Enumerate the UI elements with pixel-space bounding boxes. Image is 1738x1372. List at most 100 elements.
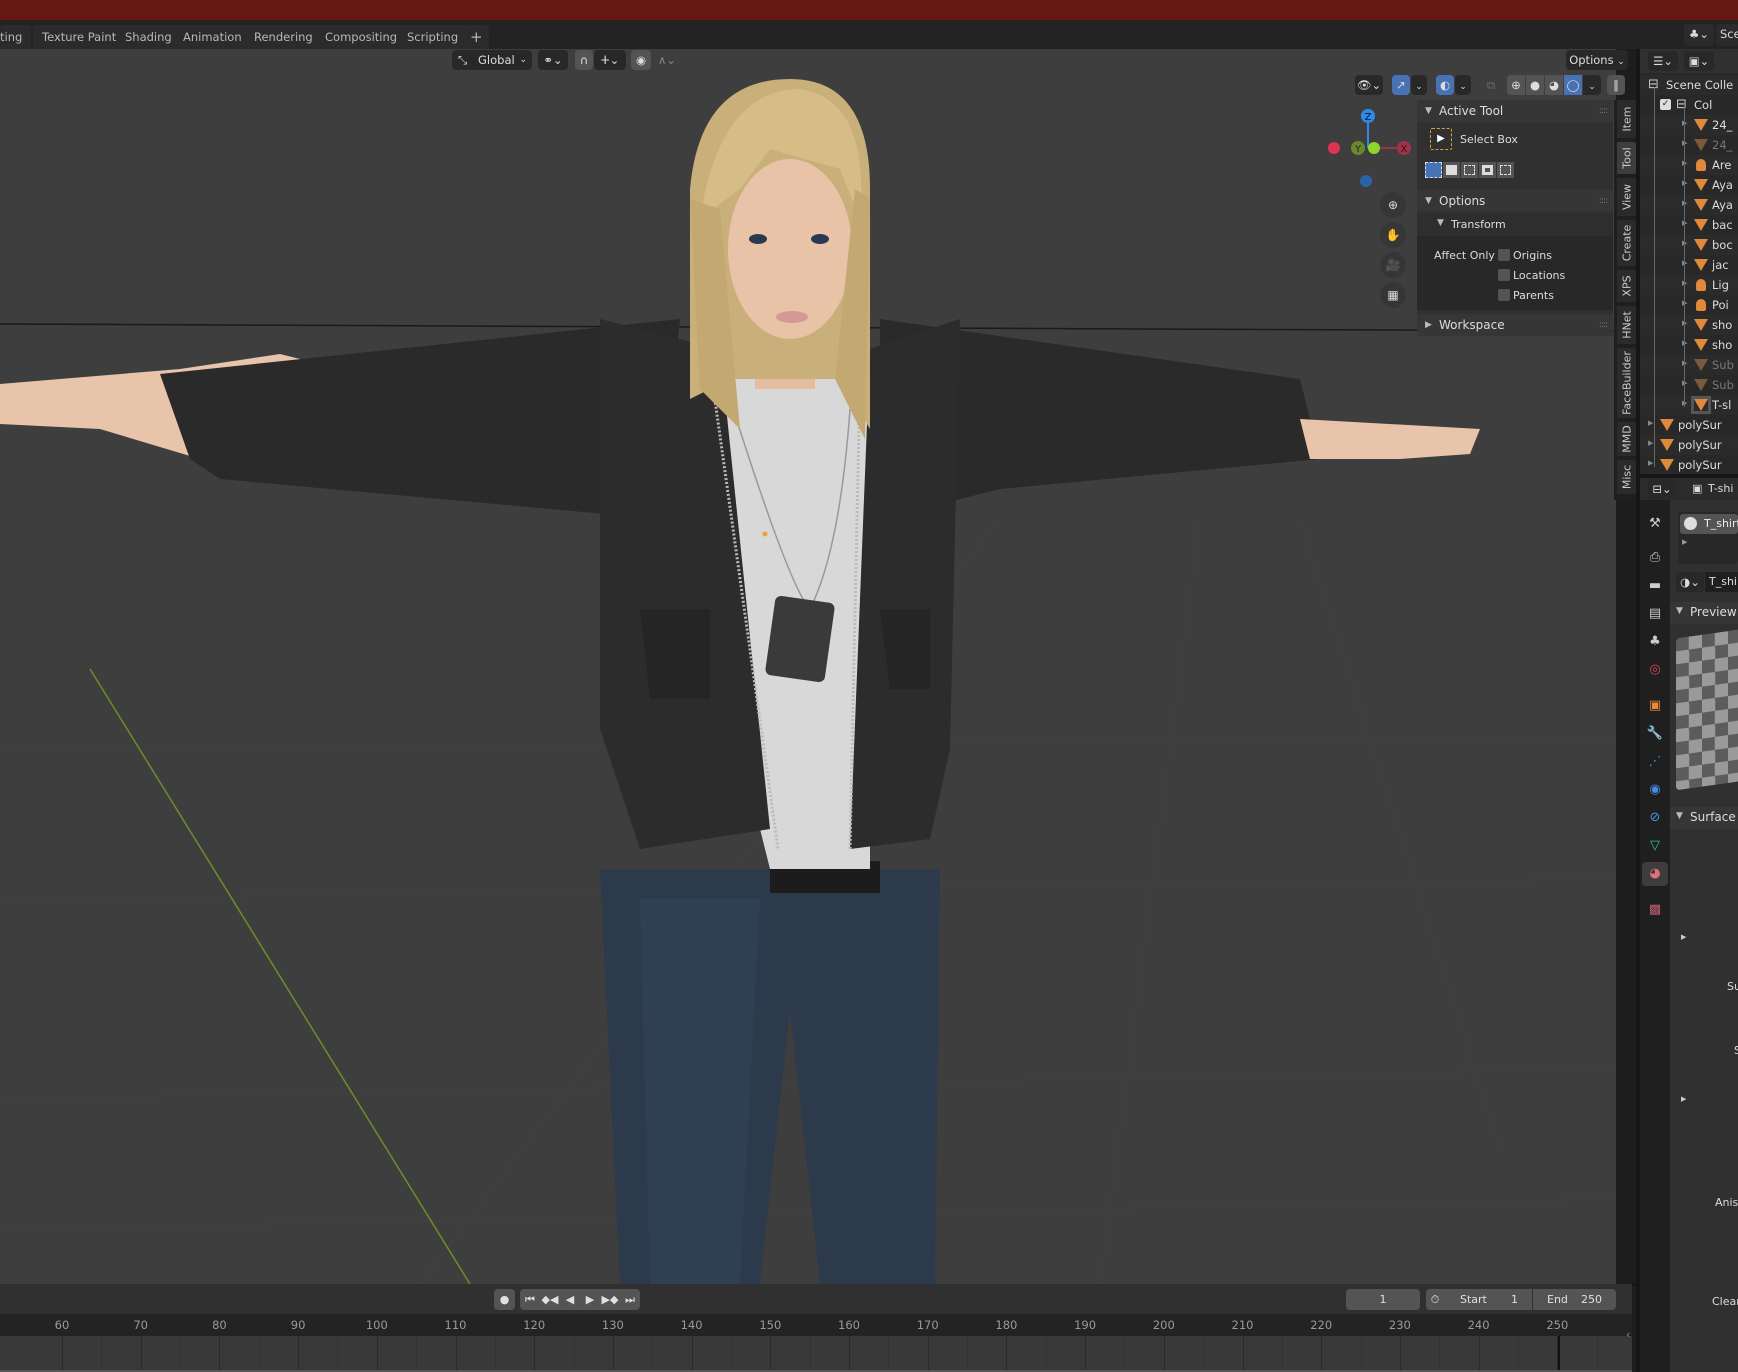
overlays-dropdown[interactable]: ⌄	[1455, 75, 1471, 95]
sidebar-tab-mmd[interactable]: MMD	[1617, 422, 1637, 456]
filter-dropdown[interactable]: ▣⌄	[1684, 51, 1714, 71]
sidebar-tab-facebuilder[interactable]: FaceBuilder	[1617, 348, 1637, 418]
expand-arrow-icon[interactable]: ▶	[1648, 439, 1653, 447]
material-name-field[interactable]: T_shi	[1705, 572, 1738, 592]
proportional-edit-toggle[interactable]: ◉	[631, 50, 651, 70]
origins-checkbox[interactable]	[1498, 249, 1510, 261]
play-button[interactable]: ▶	[580, 1289, 600, 1310]
shading-rendered-button[interactable]: ◯	[1564, 75, 1582, 95]
preview-panel-header[interactable]: ▼ Preview	[1670, 602, 1738, 624]
selectability-dropdown[interactable]: 👁⌄	[1355, 75, 1383, 95]
gizmo-toggle[interactable]: ↗	[1392, 75, 1410, 95]
expand-arrow-icon[interactable]: ▶	[1648, 459, 1653, 467]
ortho-toggle-button[interactable]: ▦	[1380, 282, 1406, 308]
prop-tab-scene[interactable]: ♣	[1642, 630, 1668, 654]
jump-to-end-button[interactable]: ⏭	[620, 1289, 640, 1310]
scene-selector[interactable]: Sce	[1716, 24, 1738, 46]
gizmo-dropdown[interactable]: ⌄	[1411, 75, 1427, 95]
workspace-tab-texture-paint[interactable]: Texture Paint	[33, 25, 126, 49]
zoom-button[interactable]: ⊕	[1380, 192, 1406, 218]
sidebar-tab-tool[interactable]: Tool	[1617, 142, 1637, 174]
prop-tab-output[interactable]: ▬	[1642, 574, 1668, 598]
falloff-dropdown[interactable]: ∧⌄	[652, 50, 682, 70]
sidebar-tab-xps[interactable]: XPS	[1617, 270, 1637, 302]
snap-toggle[interactable]: ∩	[575, 50, 593, 70]
select-mode-invert[interactable]	[1479, 162, 1496, 178]
drag-grip-icon[interactable]: ::::	[1599, 100, 1608, 122]
jump-next-keyframe-button[interactable]: ▶◆	[600, 1289, 620, 1310]
outliner[interactable]: ☰⌄ ▣⌄ ⊟Scene Colle⊟✓Col▶24_▶24_▶Are▶Aya▶…	[1640, 49, 1738, 474]
jump-prev-keyframe-button[interactable]: ◆◀	[540, 1289, 560, 1310]
prop-tab-object[interactable]: ▣	[1642, 694, 1668, 718]
prop-tab-physics[interactable]: ◉	[1642, 778, 1668, 802]
snap-target-dropdown[interactable]: ⵜ⌄	[594, 50, 626, 70]
neg-x-axis-handle[interactable]	[1328, 142, 1340, 154]
select-mode-new[interactable]	[1425, 162, 1442, 178]
triangle-right-icon[interactable]: ▶	[1682, 538, 1687, 546]
auto-keying-toggle[interactable]: ●	[494, 1289, 515, 1310]
workspace-tab-scripting[interactable]: Scripting	[398, 25, 468, 49]
select-mode-subtract[interactable]	[1461, 162, 1478, 178]
pan-button[interactable]: ✋	[1380, 222, 1406, 248]
camera-view-button[interactable]: 🎥	[1380, 252, 1406, 278]
select-mode-extend[interactable]	[1443, 162, 1460, 178]
prop-tab-render[interactable]: ⎙	[1642, 546, 1668, 570]
triangle-right-icon[interactable]: ▶	[1681, 1095, 1686, 1103]
prop-tab-data[interactable]: ▽	[1642, 834, 1668, 858]
prop-tab-world[interactable]: ◎	[1642, 658, 1668, 682]
character-model[interactable]	[0, 79, 1480, 1284]
play-reverse-button[interactable]: ◀	[560, 1289, 580, 1310]
sidebar-tab-create[interactable]: Create	[1617, 220, 1637, 266]
workspace-tab-animation[interactable]: Animation	[174, 25, 251, 49]
sidebar-tab-item[interactable]: Item	[1617, 100, 1637, 138]
display-mode-dropdown[interactable]: ☰⌄	[1648, 51, 1678, 71]
preview-range-toggle[interactable]: ⏱	[1426, 1289, 1444, 1310]
jump-to-start-button[interactable]: ⏮	[520, 1289, 540, 1310]
scene-icon-button[interactable]: ♣⌄	[1684, 24, 1714, 46]
sidebar-tab-hnet[interactable]: HNet	[1617, 306, 1637, 344]
prop-tab-modifier[interactable]: 🔧	[1642, 722, 1668, 746]
locations-checkbox[interactable]	[1498, 269, 1510, 281]
workspace-tab-rendering[interactable]: Rendering	[245, 25, 322, 49]
prop-tab-texture[interactable]: ▩	[1642, 898, 1668, 922]
workspace-tab-compositing[interactable]: Compositing	[316, 25, 407, 49]
expand-arrow-icon[interactable]: ▶	[1648, 419, 1653, 427]
select-mode-intersect[interactable]	[1497, 162, 1514, 178]
neg-y-axis-handle[interactable]	[1368, 142, 1380, 154]
overlays-toggle[interactable]: ◐	[1436, 75, 1454, 95]
end-frame-field[interactable]: End 250	[1533, 1289, 1616, 1310]
prop-tab-particles[interactable]: ⋰	[1642, 750, 1668, 774]
material-slot-item[interactable]: T_shirt	[1680, 514, 1738, 534]
add-workspace-button[interactable]: +	[464, 25, 489, 49]
drag-grip-icon[interactable]: ::::	[1599, 314, 1608, 336]
material-browse-dropdown[interactable]: ◑⌄	[1676, 572, 1704, 592]
workspace-panel-header[interactable]: ▶ Workspace ::::	[1417, 314, 1613, 336]
workspace-tab-partial[interactable]: ting	[0, 25, 32, 49]
neg-z-axis-handle[interactable]	[1360, 175, 1372, 187]
start-frame-field[interactable]: Start 1	[1444, 1289, 1532, 1310]
timeline-body[interactable]	[0, 1336, 1632, 1370]
drag-grip-icon[interactable]: ::::	[1599, 190, 1608, 212]
options-dropdown[interactable]: Options ⌄	[1566, 50, 1628, 70]
collection-checkbox[interactable]: ✓	[1660, 99, 1671, 110]
options-panel-header[interactable]: ▼ Options ::::	[1417, 190, 1613, 212]
prop-tab-constraints[interactable]: ⊘	[1642, 806, 1668, 830]
chevron-left-icon[interactable]: ‹	[1626, 1328, 1634, 1344]
active-tool-panel-header[interactable]: ▼ Active Tool ::::	[1417, 100, 1613, 122]
sidebar-tab-view[interactable]: View	[1617, 178, 1637, 216]
prop-tab-tool[interactable]: ⚒	[1642, 512, 1668, 536]
shading-solid-button[interactable]: ●	[1526, 75, 1544, 95]
3d-viewport[interactable]	[0, 49, 1616, 1284]
transform-orientation-dropdown[interactable]: ⤡ Global ⌄	[452, 50, 532, 70]
shading-dropdown[interactable]: ⌄	[1583, 75, 1601, 95]
prop-tab-material[interactable]: ◕	[1642, 862, 1668, 886]
xray-toggle[interactable]: ⧉	[1482, 75, 1500, 95]
prop-tab-view-layer[interactable]: ▤	[1642, 602, 1668, 626]
sidebar-toggle[interactable]: ‖	[1607, 75, 1625, 95]
triangle-right-icon[interactable]: ▶	[1681, 933, 1686, 941]
pivot-point-dropdown[interactable]: ⚭⌄	[538, 50, 568, 70]
surface-panel-header[interactable]: ▼ Surface	[1670, 807, 1738, 829]
navigation-gizmo[interactable]: Z Y X	[1320, 100, 1420, 200]
sidebar-tab-misc[interactable]: Misc	[1617, 460, 1637, 494]
shading-material-button[interactable]: ◕	[1545, 75, 1563, 95]
